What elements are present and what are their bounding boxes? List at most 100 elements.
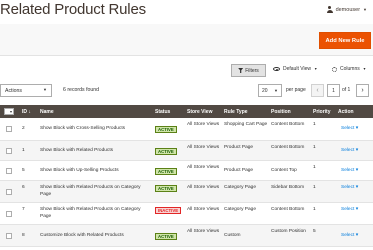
status-badge: INACTIVE	[155, 207, 182, 214]
row-action-select[interactable]: Select ▾	[341, 233, 358, 238]
column-header-priority[interactable]: Priority	[313, 109, 331, 115]
table-row: 6 Show Block with Related Products on Ca…	[0, 181, 373, 203]
grid-controls: Actions ▼ 6 records found 20 ▼ per page …	[0, 84, 373, 98]
chevron-down-icon: ▼	[363, 7, 367, 12]
funnel-icon	[238, 68, 244, 73]
chevron-down-icon: ▾	[355, 185, 359, 190]
row-checkbox[interactable]	[6, 126, 12, 132]
actions-label: Actions	[5, 87, 23, 94]
previous-page-button[interactable]: ‹	[311, 84, 324, 97]
cell-priority: 1	[313, 185, 316, 190]
cell-name: Show Block with Related Products on Cate…	[40, 207, 141, 219]
columns-control[interactable]: Columns ▼	[332, 66, 366, 72]
column-header-id[interactable]: ID ↓	[22, 109, 31, 115]
cell-store-view: All Store Views	[187, 207, 220, 212]
row-checkbox[interactable]	[6, 168, 12, 174]
status-badge: ACTIVE	[155, 233, 177, 240]
column-header-store-view[interactable]: Store View	[187, 109, 212, 115]
cell-rule-type: Custom	[224, 233, 241, 238]
chevron-down-icon: ▾	[355, 168, 359, 173]
filters-label: Filters	[245, 67, 259, 74]
chevron-left-icon: ‹	[316, 87, 319, 94]
table-row: 8 Customize Block with Related Products …	[0, 225, 373, 247]
columns-label: Columns	[340, 66, 360, 72]
add-new-rule-button[interactable]: Add New Rule	[319, 32, 371, 49]
cell-rule-type: Product Page	[224, 145, 254, 150]
column-header-status[interactable]: Status	[155, 109, 170, 115]
cell-store-view: All Store Views	[187, 145, 220, 150]
cell-rule-type: Shopping Cart Page	[224, 122, 268, 127]
rules-grid: ID ↓ Name Status Store View Rule Type Po…	[0, 105, 373, 247]
page-size-value: 20	[262, 87, 268, 94]
view-switcher[interactable]: Default View ▼	[273, 66, 317, 72]
grid-header-row: ID ↓ Name Status Store View Rule Type Po…	[0, 105, 373, 118]
column-header-name[interactable]: Name	[40, 109, 54, 115]
next-page-button[interactable]: ›	[356, 84, 369, 97]
row-action-label: Select	[341, 168, 355, 173]
cell-priority: 1	[313, 165, 316, 170]
cell-rule-type: Category Page	[224, 207, 256, 212]
column-header-action: Action	[338, 109, 354, 115]
chevron-down-icon: ▾	[355, 207, 359, 212]
status-badge: ACTIVE	[155, 126, 177, 133]
cell-id: 8	[22, 233, 25, 238]
table-row: 1 Show Block with Related Products ACTIV…	[0, 141, 373, 161]
cell-position: Content Top	[271, 168, 297, 173]
row-action-select[interactable]: Select ▾	[341, 185, 358, 190]
cell-store-view: All Store Views	[187, 122, 220, 127]
chevron-down-icon: ▾	[355, 148, 359, 153]
cell-priority: 5	[313, 229, 316, 234]
user-account-menu[interactable]: demouser ▼	[326, 6, 367, 13]
row-checkbox[interactable]	[6, 211, 12, 217]
column-header-position[interactable]: Position	[271, 109, 291, 115]
cell-name: Show Block with Up-Selling Products	[40, 168, 119, 173]
row-action-select[interactable]: Select ▾	[341, 126, 358, 131]
cell-name: Show Block with Cross-Selling Products	[40, 126, 126, 131]
cell-priority: 1	[313, 207, 316, 212]
chevron-down-icon: ▼	[313, 67, 318, 71]
page-actions-bar: Add New Rule	[0, 24, 373, 56]
cell-id: 1	[22, 148, 25, 153]
user-name: demouser	[335, 6, 361, 13]
table-row: 5 Show Block with Up-Selling Products AC…	[0, 161, 373, 181]
cell-position: Sidebar Bottom	[271, 185, 305, 190]
row-action-select[interactable]: Select ▾	[341, 148, 358, 153]
per-page-label: per page	[286, 87, 306, 93]
status-badge: ACTIVE	[155, 168, 177, 175]
row-checkbox[interactable]	[6, 189, 12, 195]
page-size-select[interactable]: 20 ▼	[258, 84, 282, 97]
cell-id: 7	[22, 207, 25, 212]
cell-name: Show Block with Related Products on Cate…	[40, 185, 141, 197]
row-action-select[interactable]: Select ▾	[341, 207, 358, 212]
row-action-label: Select	[341, 233, 355, 238]
row-action-label: Select	[341, 126, 355, 131]
row-checkbox[interactable]	[6, 148, 12, 154]
row-checkbox[interactable]	[6, 233, 12, 239]
gear-icon	[332, 66, 337, 72]
column-header-id-label: ID	[22, 109, 27, 115]
column-header-rule-type[interactable]: Rule Type	[224, 109, 248, 115]
cell-name: Show Block with Related Products	[40, 148, 114, 153]
chevron-down-icon: ▾	[355, 233, 359, 238]
row-action-label: Select	[341, 148, 355, 153]
cell-position: Content Bottom	[271, 122, 305, 127]
chevron-down-icon: ▾	[355, 126, 359, 131]
mass-actions-dropdown[interactable]: Actions ▼	[0, 84, 52, 97]
cell-priority: 1	[313, 122, 316, 127]
cell-position: Custom Position	[271, 229, 306, 234]
current-page-input[interactable]: 1	[327, 84, 340, 97]
view-label: Default View	[283, 66, 311, 72]
row-action-select[interactable]: Select ▾	[341, 168, 358, 173]
mass-select-checkbox[interactable]	[4, 108, 14, 115]
cell-position: Content Bottom	[271, 145, 305, 150]
cell-rule-type: Category Page	[224, 185, 256, 190]
total-pages: of 1	[342, 87, 351, 93]
row-action-label: Select	[341, 207, 355, 212]
records-found: 6 records found	[63, 87, 100, 93]
filters-button[interactable]: Filters	[231, 64, 266, 77]
cell-name: Customize Block with Related Products	[40, 233, 124, 238]
status-badge: ACTIVE	[155, 185, 177, 192]
table-row: 2 Show Block with Cross-Selling Products…	[0, 118, 373, 141]
row-action-label: Select	[341, 185, 355, 190]
page-header: Related Product Rules demouser ▼	[0, 0, 373, 24]
